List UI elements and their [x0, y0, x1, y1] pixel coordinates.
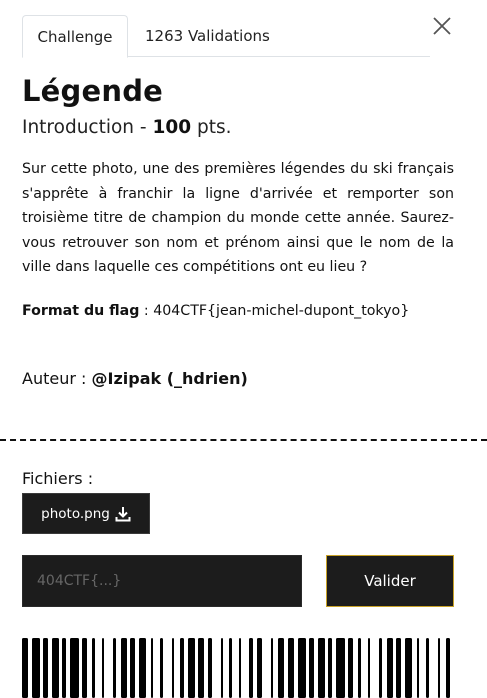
flag-format: Format du flag : 404CTF{jean-michel-dupo… — [22, 303, 462, 319]
barcode-bar — [221, 638, 223, 698]
flag-format-separator: : — [139, 303, 154, 319]
barcode-bar — [62, 638, 66, 698]
barcode-bar — [70, 638, 79, 698]
flag-format-label: Format du flag — [22, 303, 140, 319]
barcode-bar — [208, 638, 212, 698]
challenge-category: Introduction — [22, 117, 135, 138]
barcode-bar — [188, 638, 195, 698]
barcode-bar — [32, 638, 40, 698]
barcode-bar — [151, 638, 153, 698]
barcode-bar — [82, 638, 87, 698]
barcode-bar — [298, 638, 306, 698]
barcode-bar — [288, 638, 294, 698]
tab-challenge[interactable]: Challenge — [22, 15, 128, 58]
barcode-bar — [271, 638, 273, 698]
barcode-bar — [257, 638, 262, 698]
barcode-bar — [379, 638, 382, 698]
barcode-bar — [368, 638, 370, 698]
barcode-bar — [43, 638, 48, 698]
barcode-bar — [229, 638, 232, 698]
barcode-bar — [387, 638, 393, 698]
barcode-bar — [417, 638, 419, 698]
barcode-bar — [426, 638, 429, 698]
barcode-bar — [52, 638, 59, 698]
barcode-bar — [139, 638, 146, 698]
download-icon — [115, 506, 131, 521]
challenge-subtitle: Introduction - 100 pts. — [22, 117, 232, 138]
close-button[interactable] — [430, 14, 454, 38]
barcode-bar — [130, 638, 135, 698]
points-suffix: pts. — [191, 117, 232, 138]
barcode-bar — [22, 638, 28, 698]
flag-format-value: 404CTF{jean-michel-dupont_tokyo} — [153, 303, 410, 319]
barcode-bar — [348, 638, 353, 698]
barcode-bar — [309, 638, 314, 698]
barcode-bar — [328, 638, 332, 698]
author-line: Auteur : @Izipak (_hdrien) — [22, 369, 248, 388]
barcode-bar — [172, 638, 174, 698]
barcode-bar — [239, 638, 241, 698]
tab-bar: Challenge 1263 Validations — [22, 15, 430, 58]
barcode-bar — [180, 638, 184, 698]
barcode-decoration — [22, 638, 450, 698]
submit-button[interactable]: Valider — [326, 555, 454, 607]
files-label: Fichiers : — [22, 469, 94, 488]
barcode-bar — [438, 638, 440, 698]
barcode-bar — [102, 638, 104, 698]
author-name: @Izipak (_hdrien) — [91, 369, 248, 388]
author-label: Auteur : — [22, 369, 92, 388]
tab-validations[interactable]: 1263 Validations — [145, 15, 270, 57]
challenge-description: Sur cette photo, une des premières légen… — [22, 161, 454, 276]
barcode-bar — [113, 638, 116, 698]
download-file-button[interactable]: photo.png — [22, 493, 150, 534]
barcode-bar — [318, 638, 325, 698]
barcode-bar — [358, 638, 361, 698]
subtitle-separator: - — [134, 117, 153, 138]
close-icon — [433, 17, 451, 35]
challenge-modal: Challenge 1263 Validations Légende Intro… — [0, 0, 487, 698]
barcode-bar — [249, 638, 253, 698]
barcode-bar — [446, 638, 450, 698]
barcode-bar — [92, 638, 95, 698]
barcode-bar — [396, 638, 401, 698]
flag-input[interactable] — [22, 555, 302, 607]
section-divider — [0, 439, 487, 441]
barcode-bar — [160, 638, 163, 698]
barcode-bar — [278, 638, 284, 698]
challenge-title: Légende — [22, 74, 164, 108]
file-name: photo.png — [41, 505, 110, 522]
barcode-bar — [405, 638, 412, 698]
barcode-bar — [198, 638, 204, 698]
barcode-bar — [336, 638, 345, 698]
barcode-bar — [121, 638, 127, 698]
challenge-points: 100 — [152, 117, 192, 138]
